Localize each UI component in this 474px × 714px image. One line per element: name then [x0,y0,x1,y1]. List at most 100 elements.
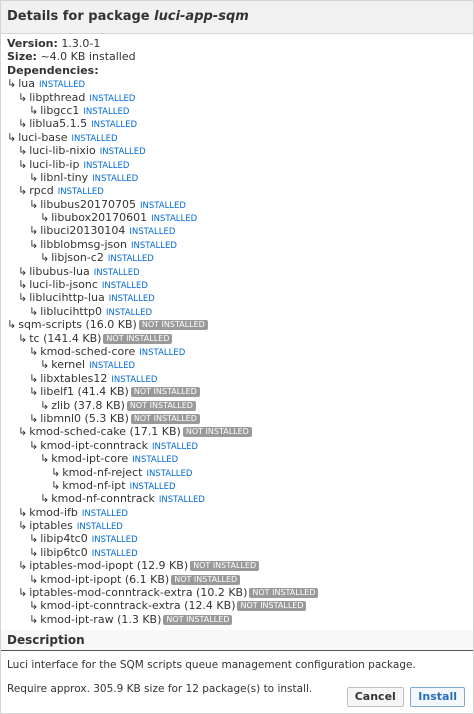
dependency-name: liblucihttp-lua [29,291,105,305]
tree-arrow-icon: ↳ [40,251,50,265]
tree-arrow-icon: ↳ [18,586,28,600]
dependency-row: ↳ libblobmsg-json INSTALLED [7,238,473,251]
dependency-name: kmod-ipt-raw (1.3 KB) [40,612,162,626]
dependency-row: ↳ tc (141.4 KB) NOT INSTALLED [7,332,473,345]
dependency-name: libblobmsg-json [40,237,127,251]
tree-arrow-icon: ↳ [51,465,61,479]
tree-arrow-icon: ↳ [18,278,28,292]
size-row: Size: ~4.0 KB installed [7,50,473,63]
dependency-row: ↳ liblucihttp0 INSTALLED [7,305,473,318]
tree-arrow-icon: ↳ [7,77,17,91]
dependency-row: ↳ kmod-ifb INSTALLED [7,506,473,519]
dependency-row: ↳ liblucihttp-lua INSTALLED [7,291,473,304]
dependency-name: kmod-ipt-ipopt (6.1 KB) [40,572,170,586]
dependency-name: kmod-ipt-conntrack [40,438,149,452]
size-label: Size: [7,50,37,64]
dependency-name: libubox20170601 [51,211,148,225]
not-installed-badge: NOT INSTALLED [249,588,319,599]
dialog-buttons: Cancel Install [344,687,465,707]
dependency-name: libip6tc0 [40,545,88,559]
dependency-row: ↳ libubus-lua INSTALLED [7,265,473,278]
dependency-row: ↳ kmod-ipt-raw (1.3 KB) NOT INSTALLED [7,613,473,626]
installed-badge: INSTALLED [101,281,148,292]
not-installed-badge: NOT INSTALLED [182,427,252,438]
installed-badge: INSTALLED [132,455,179,466]
tree-arrow-icon: ↳ [29,532,39,546]
dependency-name: kmod-nf-reject [62,465,143,479]
dependency-name: libuci20130104 [40,224,126,238]
installed-badge: INSTALLED [129,227,176,238]
dependency-name: zlib (37.8 KB) [51,398,125,412]
dependency-row: ↳ libubus20170705 INSTALLED [7,198,473,211]
dependency-name: luci-lib-ip [29,157,80,171]
installed-badge: INSTALLED [89,93,136,104]
dependency-row: ↳ kmod-ipt-ipopt (6.1 KB) NOT INSTALLED [7,573,473,586]
dependency-row: ↳ kmod-sched-core INSTALLED [7,345,473,358]
dependency-name: luci-lib-nixio [29,144,96,158]
cancel-button[interactable]: Cancel [346,687,404,707]
installed-badge: INSTALLED [152,441,199,452]
not-installed-badge: NOT INSTALLED [163,614,233,625]
dependency-name: kmod-ipt-core [51,452,129,466]
tree-arrow-icon: ↳ [29,170,39,184]
installed-badge: INSTALLED [39,80,85,91]
dependency-row: ↳ iptables-mod-ipopt (12.9 KB) NOT INSTALL… [7,559,473,572]
dependency-row: ↳ libip4tc0 INSTALLED [7,532,473,545]
dependency-name: liblua5.1.5 [29,117,88,131]
tree-arrow-icon: ↳ [18,264,28,278]
tree-arrow-icon: ↳ [29,371,39,385]
dependency-row: ↳ libjson-c2 INSTALLED [7,251,473,264]
installed-badge: INSTALLED [76,522,123,533]
dependency-row: ↳ libgcc1 INSTALLED [7,104,473,117]
dependency-row: ↳ luci-lib-jsonc INSTALLED [7,278,473,291]
dependency-row: ↳ kmod-ipt-conntrack-extra (12.4 KB) NOT I… [7,599,473,612]
description-text: Luci interface for the SQM scripts queue… [7,659,416,672]
dependency-name: libgcc1 [40,103,80,117]
dependency-name: libxtables12 [40,371,108,385]
dependency-name: iptables [29,519,73,533]
dialog-title-prefix: Details for package [7,9,155,24]
dependency-name: kmod-sched-core [40,344,136,358]
dependency-row: ↳ libnl-tiny INSTALLED [7,171,473,184]
dependency-name: libubus20170705 [40,197,136,211]
installed-badge: INSTALLED [108,294,155,305]
installed-badge: INSTALLED [151,214,198,225]
dependency-row: ↳ kmod-ipt-conntrack INSTALLED [7,439,473,452]
tree-arrow-icon: ↳ [29,224,39,238]
tree-arrow-icon: ↳ [7,130,17,144]
installed-badge: INSTALLED [158,495,205,506]
dependency-row: ↳ liblua5.1.5 INSTALLED [7,117,473,130]
dependency-row: ↳ luci-base INSTALLED [7,131,473,144]
tree-arrow-icon: ↳ [18,291,28,305]
dependency-row: ↳ rpcd INSTALLED [7,184,473,197]
dependency-row: ↳ iptables-mod-conntrack-extra (10.2 KB) N… [7,586,473,599]
dependency-row: ↳ libpthread INSTALLED [7,91,473,104]
dependency-row: ↳ kernel INSTALLED [7,358,473,371]
tree-arrow-icon: ↳ [29,438,39,452]
tree-arrow-icon: ↳ [18,144,28,158]
dependency-name: libnl-tiny [40,170,89,184]
dependency-name: lua [18,77,35,91]
package-details-dialog: Details for package luci-app-sqm Version… [0,0,474,714]
tree-arrow-icon: ↳ [29,385,39,399]
size-value: ~4.0 KB installed [40,50,136,64]
installed-badge: INSTALLED [129,481,176,492]
dependency-name: rpcd [29,184,54,198]
dependency-name: kmod-sched-cake (17.1 KB) [29,425,181,439]
installed-badge: INSTALLED [139,347,186,358]
tree-arrow-icon: ↳ [40,452,50,466]
dependency-name: iptables-mod-conntrack-extra (10.2 KB) [29,586,248,600]
dependency-row: ↳ libuci20130104 INSTALLED [7,224,473,237]
not-installed-badge: NOT INSTALLED [171,574,241,585]
dependency-row: ↳ iptables INSTALLED [7,519,473,532]
tree-arrow-icon: ↳ [18,559,28,573]
dependency-name: libpthread [29,90,86,104]
installed-badge: INSTALLED [89,361,136,372]
tree-arrow-icon: ↳ [29,612,39,626]
installed-badge: INSTALLED [106,307,153,318]
dependency-name: libelf1 (41.4 KB) [40,385,129,399]
install-button[interactable]: Install [410,687,465,707]
not-installed-badge: NOT INSTALLED [126,400,196,411]
tree-arrow-icon: ↳ [51,478,61,492]
dependency-name: libmnl0 (5.3 KB) [40,411,129,425]
